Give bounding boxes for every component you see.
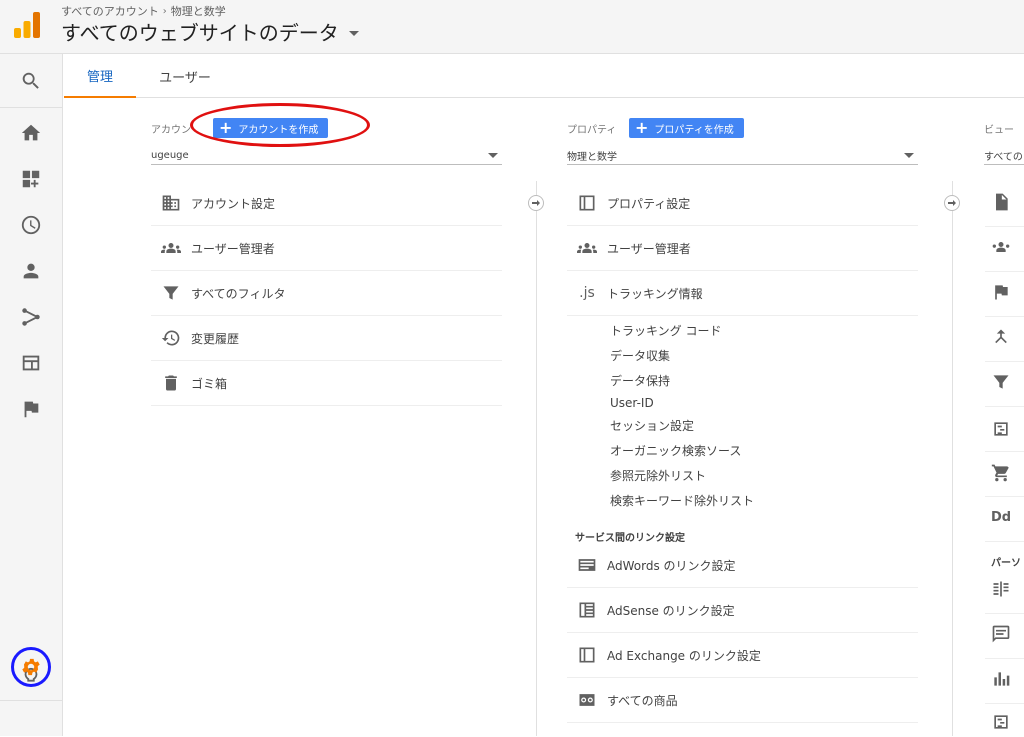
property-tracking-info-row[interactable]: .js トラッキング情報 (567, 271, 918, 316)
home-icon[interactable] (0, 110, 62, 156)
ad-exchange-linking-row[interactable]: Ad Exchange のリンク設定 (567, 633, 918, 678)
view-selector[interactable]: すべてのウェブサイトのデータ (61, 17, 359, 46)
create-property-button[interactable]: + プロパティを作成 (629, 118, 744, 138)
cart-icon[interactable] (991, 458, 1021, 488)
trash-icon (151, 373, 191, 393)
view-selected-value: すべての (984, 152, 1023, 163)
data-retention-link[interactable]: データ保持 (610, 372, 670, 389)
account-change-history-row[interactable]: 変更履歴 (151, 316, 502, 361)
document-icon[interactable] (991, 187, 1021, 217)
merge-icon[interactable] (991, 322, 1021, 352)
analytics-logo-icon[interactable] (14, 12, 40, 38)
tracking-code-link[interactable]: トラッキング コード (610, 322, 721, 339)
history-icon (151, 328, 191, 348)
filter-icon (151, 283, 191, 303)
page-title: すべてのウェブサイトのデータ (61, 21, 339, 45)
row-label: すべての商品 (607, 693, 678, 708)
view-selector-dropdown[interactable]: すべての (984, 147, 1024, 165)
create-account-label: アカウントを作成 (238, 124, 319, 136)
segments-icon[interactable] (991, 574, 1021, 604)
all-products-row[interactable]: すべての商品 (567, 678, 918, 723)
annotation-icon[interactable] (991, 619, 1021, 649)
row-label: Ad Exchange のリンク設定 (607, 648, 761, 663)
tab-bar: 管理 ユーザー (64, 54, 1024, 98)
acquisition-icon[interactable] (0, 294, 62, 340)
account-settings-row[interactable]: アカウント設定 (151, 181, 502, 226)
js-icon: .js (579, 285, 595, 301)
chevron-down-icon (904, 153, 914, 158)
account-selector[interactable]: ugeuge (151, 147, 502, 165)
property-selected-value: 物理と数学 (567, 152, 617, 163)
view-column-label: ビュー (984, 125, 1014, 136)
account-trash-row[interactable]: ゴミ箱 (151, 361, 502, 406)
arrow-right-icon (528, 195, 544, 211)
account-filters-row[interactable]: すべてのフィルタ (151, 271, 502, 316)
admin-gear-button[interactable] (11, 647, 51, 687)
tab-admin[interactable]: 管理 (64, 54, 136, 98)
gear-icon (22, 658, 40, 676)
adsense-linking-row[interactable]: AdSense のリンク設定 (567, 588, 918, 633)
row-label: トラッキング情報 (607, 286, 703, 301)
account-user-management-row[interactable]: ユーザー管理者 (151, 226, 502, 271)
tab-user[interactable]: ユーザー (148, 54, 222, 98)
link-icon (567, 690, 607, 710)
search-term-exclusion-link[interactable]: 検索キーワード除外リスト (610, 492, 754, 509)
adsense-icon (567, 600, 607, 620)
account-column-label: アカウン (151, 125, 191, 136)
row-label: 変更履歴 (191, 331, 240, 346)
building-icon (151, 193, 191, 213)
plus-icon: + (219, 118, 233, 137)
filter-icon[interactable] (991, 367, 1021, 397)
behavior-icon[interactable] (0, 340, 62, 386)
organic-search-sources-link[interactable]: オーガニック検索ソース (610, 442, 741, 459)
breadcrumb-separator: › (162, 5, 167, 17)
top-bar: すべてのアカウント › 物理と数学 すべてのウェブサイトのデータ (0, 0, 1024, 54)
create-property-label: プロパティを作成 (654, 124, 734, 136)
column-divider (536, 181, 537, 736)
search-icon[interactable] (0, 58, 62, 104)
people-icon (151, 238, 191, 258)
session-settings-link[interactable]: セッション設定 (610, 417, 694, 434)
property-layout-icon (567, 193, 607, 213)
create-account-button[interactable]: + アカウントを作成 (213, 118, 329, 138)
people-icon[interactable] (991, 232, 1021, 262)
chevron-down-icon (348, 31, 359, 36)
channel-grouping-icon[interactable] (991, 707, 1021, 737)
clock-icon[interactable] (0, 202, 62, 248)
property-user-management-row[interactable]: ユーザー管理者 (567, 226, 918, 271)
product-linking-heading: サービス間のリンク設定 (575, 533, 685, 544)
referral-exclusion-link[interactable]: 参照元除外リスト (610, 467, 706, 484)
bar-chart-icon[interactable] (991, 664, 1021, 694)
account-selected-value: ugeuge (151, 150, 189, 161)
row-label: AdSense のリンク設定 (607, 603, 735, 618)
row-label: プロパティ設定 (607, 196, 691, 211)
flag-icon[interactable] (991, 277, 1021, 307)
property-selector[interactable]: 物理と数学 (567, 147, 918, 165)
row-label: アカウント設定 (191, 196, 276, 211)
people-icon (567, 238, 607, 258)
personal-tools-heading: パーソ (991, 558, 1021, 569)
flag-icon[interactable] (0, 386, 62, 432)
adwords-icon (567, 555, 607, 575)
data-import-icon[interactable]: Dd (991, 502, 1021, 532)
property-settings-row[interactable]: プロパティ設定 (567, 181, 918, 226)
arrow-right-icon (944, 195, 960, 211)
column-divider (952, 181, 953, 736)
ad-exchange-icon (567, 645, 607, 665)
person-icon[interactable] (0, 248, 62, 294)
row-label: ユーザー管理者 (191, 241, 275, 256)
row-label: ゴミ箱 (191, 376, 228, 391)
user-id-link[interactable]: User-ID (610, 396, 654, 410)
property-column-label: プロパティ (567, 125, 617, 136)
customization-icon[interactable] (0, 156, 62, 202)
adwords-linking-row[interactable]: AdWords のリンク設定 (567, 543, 918, 588)
row-label: AdWords のリンク設定 (607, 558, 736, 573)
plus-icon: + (635, 118, 649, 137)
data-collection-link[interactable]: データ収集 (610, 347, 670, 364)
channel-grouping-icon[interactable] (991, 414, 1021, 444)
sidebar (0, 54, 63, 736)
row-label: すべてのフィルタ (191, 286, 286, 301)
chevron-down-icon (488, 153, 498, 158)
row-label: ユーザー管理者 (607, 241, 691, 256)
